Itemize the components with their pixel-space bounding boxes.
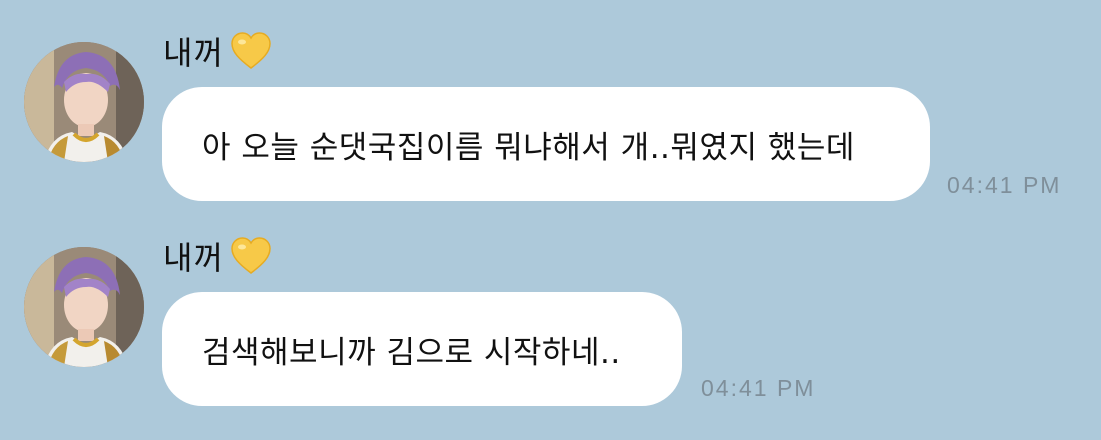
message-timestamp: 04:41 PM [947, 172, 1062, 198]
sender: 내꺼 [163, 235, 272, 277]
avatar[interactable] [24, 247, 144, 367]
avatar-image [24, 42, 144, 162]
avatar[interactable] [24, 42, 144, 162]
sender: 내꺼 [163, 30, 272, 72]
message-text: 검색해보니까 김으로 시작하네.. [202, 334, 621, 371]
chat-window: 내꺼 아 오늘 순댓국집이름 뭐냐해서 개..뭐였지 했는데 04:41 PM [0, 0, 1101, 440]
message-bubble[interactable]: 아 오늘 순댓국집이름 뭐냐해서 개..뭐였지 했는데 [162, 87, 930, 201]
message-text: 아 오늘 순댓국집이름 뭐냐해서 개..뭐였지 했는데 [202, 129, 855, 166]
message-row: 내꺼 아 오늘 순댓국집이름 뭐냐해서 개..뭐였지 했는데 04:41 PM [0, 0, 1101, 201]
yellow-heart-icon [230, 236, 272, 276]
yellow-heart-icon [230, 31, 272, 71]
sender-name: 내꺼 [163, 34, 224, 72]
avatar-image [24, 247, 144, 367]
message-row: 내꺼 검색해보니까 김으로 시작하네.. 04:41 PM [0, 205, 1101, 406]
message-bubble[interactable]: 검색해보니까 김으로 시작하네.. [162, 292, 682, 406]
message-timestamp: 04:41 PM [701, 375, 816, 401]
sender-name: 내꺼 [163, 239, 224, 277]
